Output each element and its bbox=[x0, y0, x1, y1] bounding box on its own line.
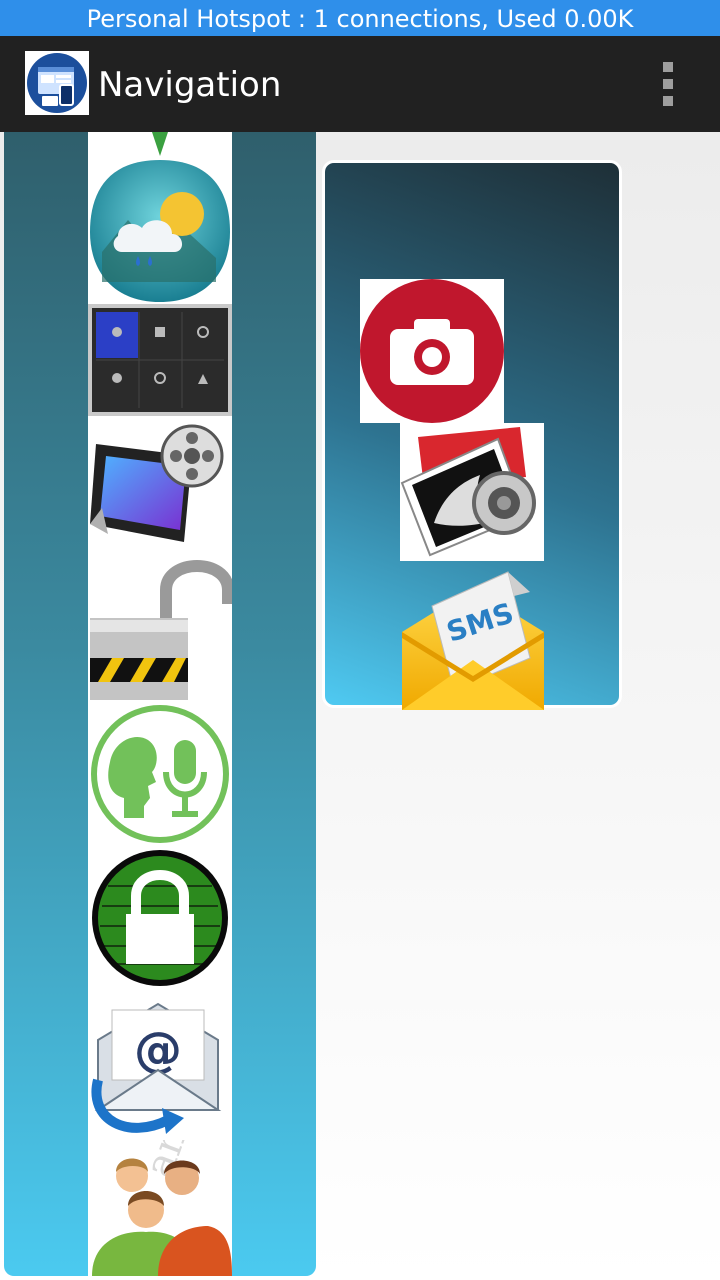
status-text: Personal Hotspot : 1 connections, Used 0… bbox=[86, 5, 634, 33]
overflow-menu-icon[interactable] bbox=[656, 62, 680, 106]
app-bar: Navigation bbox=[0, 36, 720, 132]
camera-icon[interactable] bbox=[360, 279, 504, 423]
video-player-icon[interactable] bbox=[88, 416, 232, 546]
contacts-icon[interactable]: and bbox=[88, 1097, 232, 1276]
email-icon[interactable]: @ bbox=[88, 990, 232, 1140]
sms-icon[interactable]: SMS bbox=[402, 568, 544, 710]
weather-icon[interactable] bbox=[88, 132, 232, 304]
voice-recognition-icon[interactable] bbox=[88, 702, 232, 846]
lock-icon[interactable] bbox=[88, 846, 232, 990]
control-panel-icon[interactable] bbox=[88, 304, 232, 416]
app-logo-icon[interactable] bbox=[25, 51, 89, 115]
photo-viewer-icon[interactable] bbox=[400, 423, 544, 561]
left-menu: @ and bbox=[88, 132, 232, 1276]
unlock-icon[interactable] bbox=[88, 546, 232, 702]
status-bar: Personal Hotspot : 1 connections, Used 0… bbox=[0, 0, 720, 36]
page-title: Navigation bbox=[98, 65, 282, 105]
